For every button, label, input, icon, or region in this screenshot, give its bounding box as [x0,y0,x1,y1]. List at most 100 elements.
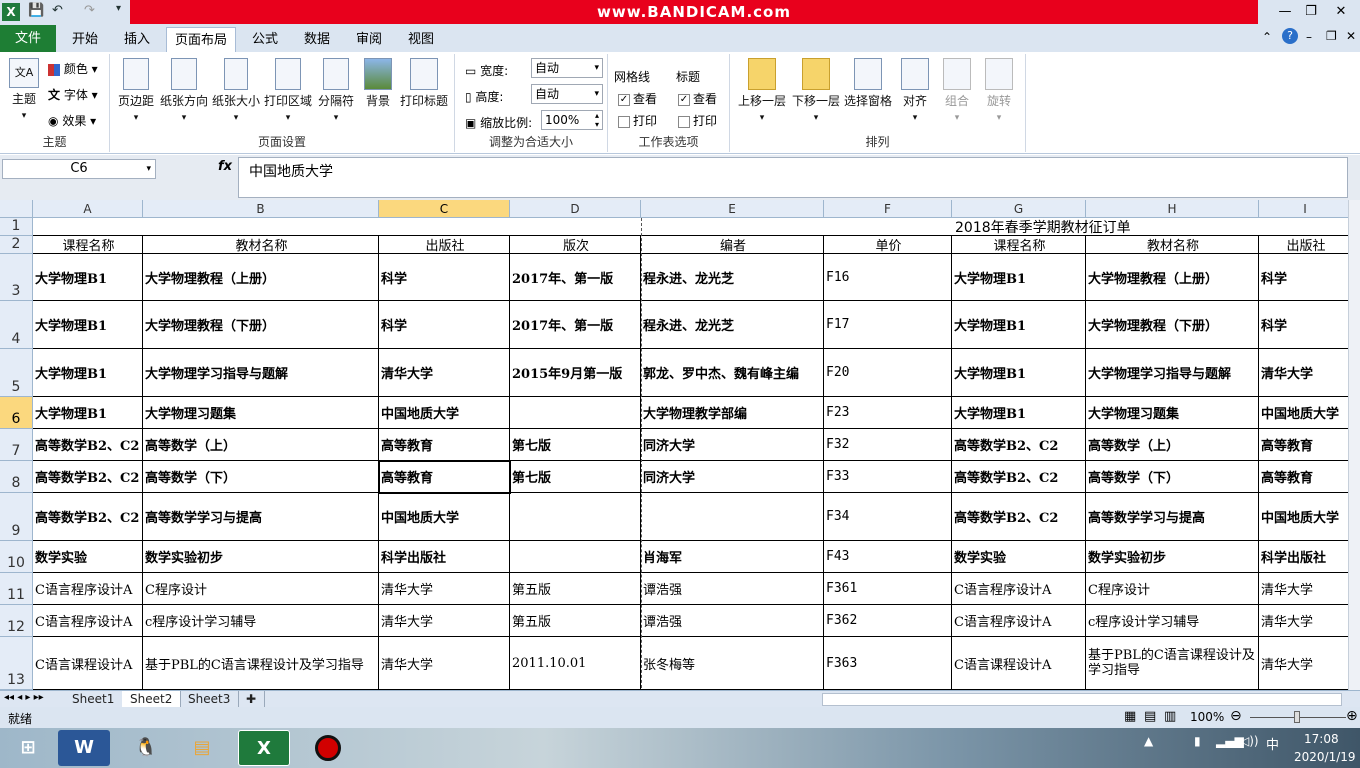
table-cell[interactable]: c程序设计学习辅导 [1086,605,1259,637]
minimize-button[interactable]: — [1272,2,1298,22]
table-cell[interactable]: 大学物理习题集 [143,397,379,429]
zoom-level[interactable]: 100% [1190,710,1224,724]
header-cell[interactable]: 版次 [510,236,641,254]
headings-view-checkbox[interactable]: ✓ 查看 [678,90,717,107]
excel-app-icon[interactable]: X [2,3,20,21]
row-header-3[interactable]: 3 [0,254,33,301]
table-cell[interactable]: 大学物理B1 [952,397,1086,429]
table-cell[interactable]: 程永进、龙光芝 [641,254,824,301]
table-cell[interactable]: F32 [824,429,952,461]
table-cell[interactable]: 高等数学（下） [1086,461,1259,493]
table-cell[interactable]: 肖海军 [641,541,824,573]
row-header-9[interactable]: 9 [0,493,33,541]
tab-formulas[interactable]: 公式 [242,27,288,52]
size-button[interactable]: 纸张大小 ▾ [210,58,262,123]
table-cell[interactable]: 大学物理教程（下册） [1086,301,1259,349]
table-cell[interactable]: 高等数学B2、C2 [952,493,1086,541]
bring-forward-button[interactable]: 上移一层 ▾ [736,58,788,123]
table-cell[interactable]: 2017年、第一版 [510,301,641,349]
doc-minimize-icon[interactable]: – [1306,30,1312,44]
table-cell[interactable]: 谭浩强 [641,573,824,605]
table-cell[interactable]: 高等教育 [1259,429,1348,461]
row-header-11[interactable]: 11 [0,573,33,605]
view-page-layout-icon[interactable]: ▤ [1144,709,1156,724]
table-cell[interactable]: 科学出版社 [379,541,510,573]
sheet-title-cell[interactable]: 2018年春季学期教材征订单 [33,218,1348,236]
select-all-corner[interactable] [0,200,33,218]
tab-view[interactable]: 视图 [398,27,444,52]
view-page-break-icon[interactable]: ▥ [1164,709,1176,724]
table-cell[interactable]: F17 [824,301,952,349]
volume-icon[interactable]: ◁)) [1240,734,1259,748]
effects-button[interactable]: ◉ 效果 ▾ [48,112,96,129]
table-cell[interactable]: 大学物理学习指导与题解 [1086,349,1259,397]
group-button[interactable]: 组合 ▾ [938,58,976,123]
table-cell[interactable]: 数学实验 [952,541,1086,573]
tab-insert[interactable]: 插入 [114,27,160,52]
bandicam-taskbar-icon[interactable] [302,730,354,766]
qq-taskbar-icon[interactable]: 🐧 [120,730,172,766]
table-cell[interactable]: 大学物理B1 [952,301,1086,349]
themes-button[interactable]: 文A 主题 ▾ [6,58,42,121]
table-cell[interactable]: 大学物理教程（下册） [143,301,379,349]
table-cell[interactable]: 高等数学学习与提高 [1086,493,1259,541]
fonts-button[interactable]: 文 字体 ▾ [48,86,98,103]
doc-restore-icon[interactable]: ❐ [1326,29,1337,43]
table-cell[interactable]: 郭龙、罗中杰、魏有峰主编 [641,349,824,397]
zoom-slider-thumb[interactable] [1294,711,1300,723]
table-cell[interactable]: 清华大学 [1259,637,1348,690]
table-cell[interactable]: 数学实验初步 [1086,541,1259,573]
tab-review[interactable]: 审阅 [346,27,392,52]
column-header-e[interactable]: E [641,200,824,218]
print-area-button[interactable]: 打印区域 ▾ [262,58,314,123]
header-cell[interactable]: 出版社 [379,236,510,254]
table-cell[interactable]: 同济大学 [641,461,824,493]
table-cell[interactable]: 高等数学（上） [143,429,379,461]
table-cell[interactable]: C程序设计 [1086,573,1259,605]
row-header-4[interactable]: 4 [0,301,33,349]
width-dropdown[interactable]: 自动 ▾ [531,58,603,78]
table-cell[interactable]: 大学物理B1 [33,349,143,397]
insert-function-icon[interactable]: fx [218,159,232,174]
table-cell[interactable]: F363 [824,637,952,690]
table-cell[interactable]: 大学物理习题集 [1086,397,1259,429]
table-cell[interactable]: 清华大学 [1259,605,1348,637]
margins-button[interactable]: 页边距 ▾ [116,58,156,123]
table-cell[interactable]: 大学物理B1 [33,254,143,301]
customize-toolbar-icon[interactable]: ▾ [116,3,121,21]
table-cell[interactable]: F33 [824,461,952,493]
horizontal-scrollbar[interactable] [822,693,1342,706]
headings-print-checkbox[interactable]: 打印 [678,112,717,129]
gridlines-view-checkbox[interactable]: ✓ 查看 [618,90,657,107]
tab-data[interactable]: 数据 [294,27,340,52]
table-cell[interactable]: 2011.10.01 [510,637,641,690]
sheet-tab-sheet1[interactable]: Sheet1 [64,691,124,707]
table-cell[interactable]: 科学 [379,254,510,301]
colors-button[interactable]: 颜色 ▾ [48,60,98,77]
column-header-b[interactable]: B [143,200,379,218]
table-cell[interactable]: 高等教育 [379,461,510,493]
table-cell[interactable]: 大学物理B1 [33,301,143,349]
tray-expand-icon[interactable]: ▲ [1144,734,1153,748]
table-cell[interactable]: 第七版 [510,429,641,461]
table-cell[interactable]: 高等数学B2、C2 [33,429,143,461]
table-cell[interactable]: 数学实验 [33,541,143,573]
insert-sheet-icon[interactable]: ✚ [238,691,266,707]
table-cell[interactable]: F16 [824,254,952,301]
column-header-i[interactable]: I [1259,200,1348,218]
table-cell[interactable] [510,493,641,541]
header-cell[interactable]: 出版社 [1259,236,1348,254]
header-cell[interactable]: 编者 [641,236,824,254]
scale-spinner[interactable]: 100% ▴ ▾ [541,110,603,130]
clock-time[interactable]: 17:08 [1304,732,1339,746]
column-header-c[interactable]: C [379,200,510,218]
clock-date[interactable]: 2020/1/19 [1294,750,1356,764]
tab-page-layout[interactable]: 页面布局 [166,27,236,52]
header-cell[interactable]: 课程名称 [33,236,143,254]
restore-button[interactable]: ❐ [1298,2,1324,22]
header-cell[interactable]: 教材名称 [1086,236,1259,254]
table-cell[interactable]: C语言程序设计A [952,573,1086,605]
table-cell[interactable] [510,397,641,429]
sheet-tab-sheet3[interactable]: Sheet3 [180,691,240,707]
table-cell[interactable]: 高等数学（上） [1086,429,1259,461]
